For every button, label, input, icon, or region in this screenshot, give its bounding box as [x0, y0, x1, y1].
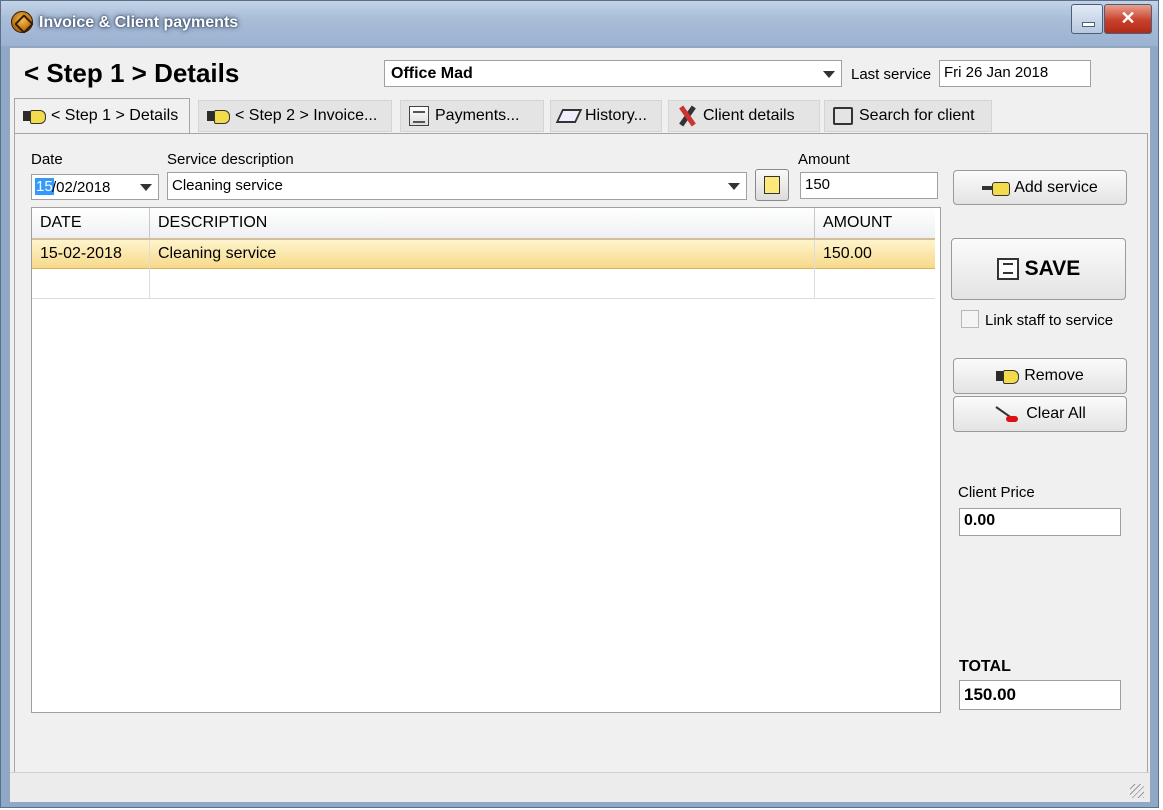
client-price-field[interactable]: 0.00	[959, 508, 1121, 536]
document-icon	[409, 106, 429, 126]
column-header-description[interactable]: DESCRIPTION	[150, 208, 815, 239]
tab-label: Search for client	[859, 107, 975, 124]
cell-date: 15-02-2018	[32, 240, 150, 270]
table-row[interactable]: 15-02-2018 Cleaning service 150.00	[32, 239, 935, 270]
amount-label: Amount	[798, 151, 850, 168]
hand-pointer-icon	[996, 369, 1020, 384]
chevron-down-icon[interactable]	[728, 183, 740, 190]
tab-payments[interactable]: Payments...	[400, 100, 544, 132]
document-icon	[764, 176, 780, 194]
tab-label: Payments...	[435, 107, 520, 124]
app-logo-icon	[11, 11, 33, 33]
app-window: Invoice & Client payments ✕ < Step 1 > D…	[0, 0, 1159, 808]
hand-pointer-icon	[207, 109, 230, 124]
add-service-label: Add service	[1014, 178, 1098, 196]
tab-client-details[interactable]: Client details	[668, 100, 820, 132]
column-header-date[interactable]: DATE	[32, 208, 150, 239]
remove-label: Remove	[1024, 367, 1084, 384]
add-service-button[interactable]: Add service	[953, 170, 1127, 205]
date-picker[interactable]: 15 /02/2018	[31, 174, 159, 200]
link-staff-label: Link staff to service	[985, 312, 1114, 329]
save-icon	[996, 258, 1019, 280]
chevron-down-icon[interactable]	[140, 184, 152, 191]
service-list-button[interactable]	[755, 169, 789, 201]
total-label: TOTAL	[959, 658, 1011, 675]
last-service-label: Last service	[851, 66, 932, 83]
date-label: Date	[31, 151, 63, 168]
tab-step2-invoice[interactable]: < Step 2 > Invoice...	[198, 100, 392, 132]
tab-label: Client details	[703, 107, 795, 124]
resize-grip-icon[interactable]	[1130, 784, 1144, 798]
table-row-new[interactable]	[32, 269, 935, 299]
clear-all-button[interactable]: Clear All	[953, 396, 1127, 432]
chevron-down-icon[interactable]	[823, 71, 835, 78]
save-button[interactable]: SAVE	[951, 238, 1126, 300]
client-price-label: Client Price	[958, 484, 1035, 501]
page-title: < Step 1 > Details	[24, 58, 240, 88]
hand-pointer-icon	[23, 109, 46, 124]
window-title: Invoice & Client payments	[39, 14, 239, 31]
tab-label: < Step 1 > Details	[51, 107, 179, 124]
service-select[interactable]: Cleaning service	[167, 172, 747, 200]
cell-description	[150, 269, 815, 299]
service-label: Service description	[167, 151, 294, 168]
cell-amount	[815, 269, 935, 299]
clear-all-label: Clear All	[1026, 405, 1086, 422]
remove-button[interactable]: Remove	[953, 358, 1127, 394]
amount-input[interactable]: 150	[800, 172, 938, 199]
tab-history[interactable]: History...	[550, 100, 662, 132]
client-area: < Step 1 > Details Office Mad Last servi…	[9, 47, 1151, 802]
date-rest: /02/2018	[52, 179, 111, 196]
status-bar	[10, 772, 1150, 802]
cell-description: Cleaning service	[150, 240, 815, 270]
last-service-field[interactable]: Fri 26 Jan 2018	[939, 60, 1091, 87]
plug-icon	[982, 181, 1011, 196]
save-label: SAVE	[1024, 257, 1081, 280]
client-select[interactable]: Office Mad	[384, 60, 842, 87]
details-panel: Date 15 /02/2018 Service description Cle…	[14, 133, 1148, 773]
cell-amount: 150.00	[823, 245, 872, 262]
client-select-value: Office Mad	[391, 65, 473, 82]
tab-search-client[interactable]: Search for client	[824, 100, 992, 132]
service-select-value: Cleaning service	[172, 177, 283, 194]
tab-label: History...	[585, 107, 647, 124]
search-icon	[833, 107, 853, 125]
tab-step1-details[interactable]: < Step 1 > Details	[14, 98, 190, 133]
tab-label: < Step 2 > Invoice...	[235, 107, 378, 124]
tab-bar: < Step 1 > Details < Step 2 > Invoice...…	[14, 98, 1148, 133]
cell-date	[32, 269, 150, 299]
date-day-selected: 15	[35, 178, 54, 195]
table-header: DATE DESCRIPTION AMOUNT	[32, 208, 935, 239]
title-bar[interactable]: Invoice & Client payments ✕	[1, 1, 1158, 46]
eraser-icon	[994, 404, 1020, 424]
column-header-amount[interactable]: AMOUNT	[815, 208, 935, 239]
tools-icon	[677, 105, 697, 127]
close-button[interactable]: ✕	[1104, 4, 1152, 34]
services-table: DATE DESCRIPTION AMOUNT 15-02-2018 Clean…	[31, 207, 941, 713]
link-staff-checkbox[interactable]	[961, 310, 979, 328]
total-field[interactable]: 150.00	[959, 680, 1121, 710]
minimize-button[interactable]	[1071, 4, 1103, 34]
book-icon	[555, 109, 583, 123]
